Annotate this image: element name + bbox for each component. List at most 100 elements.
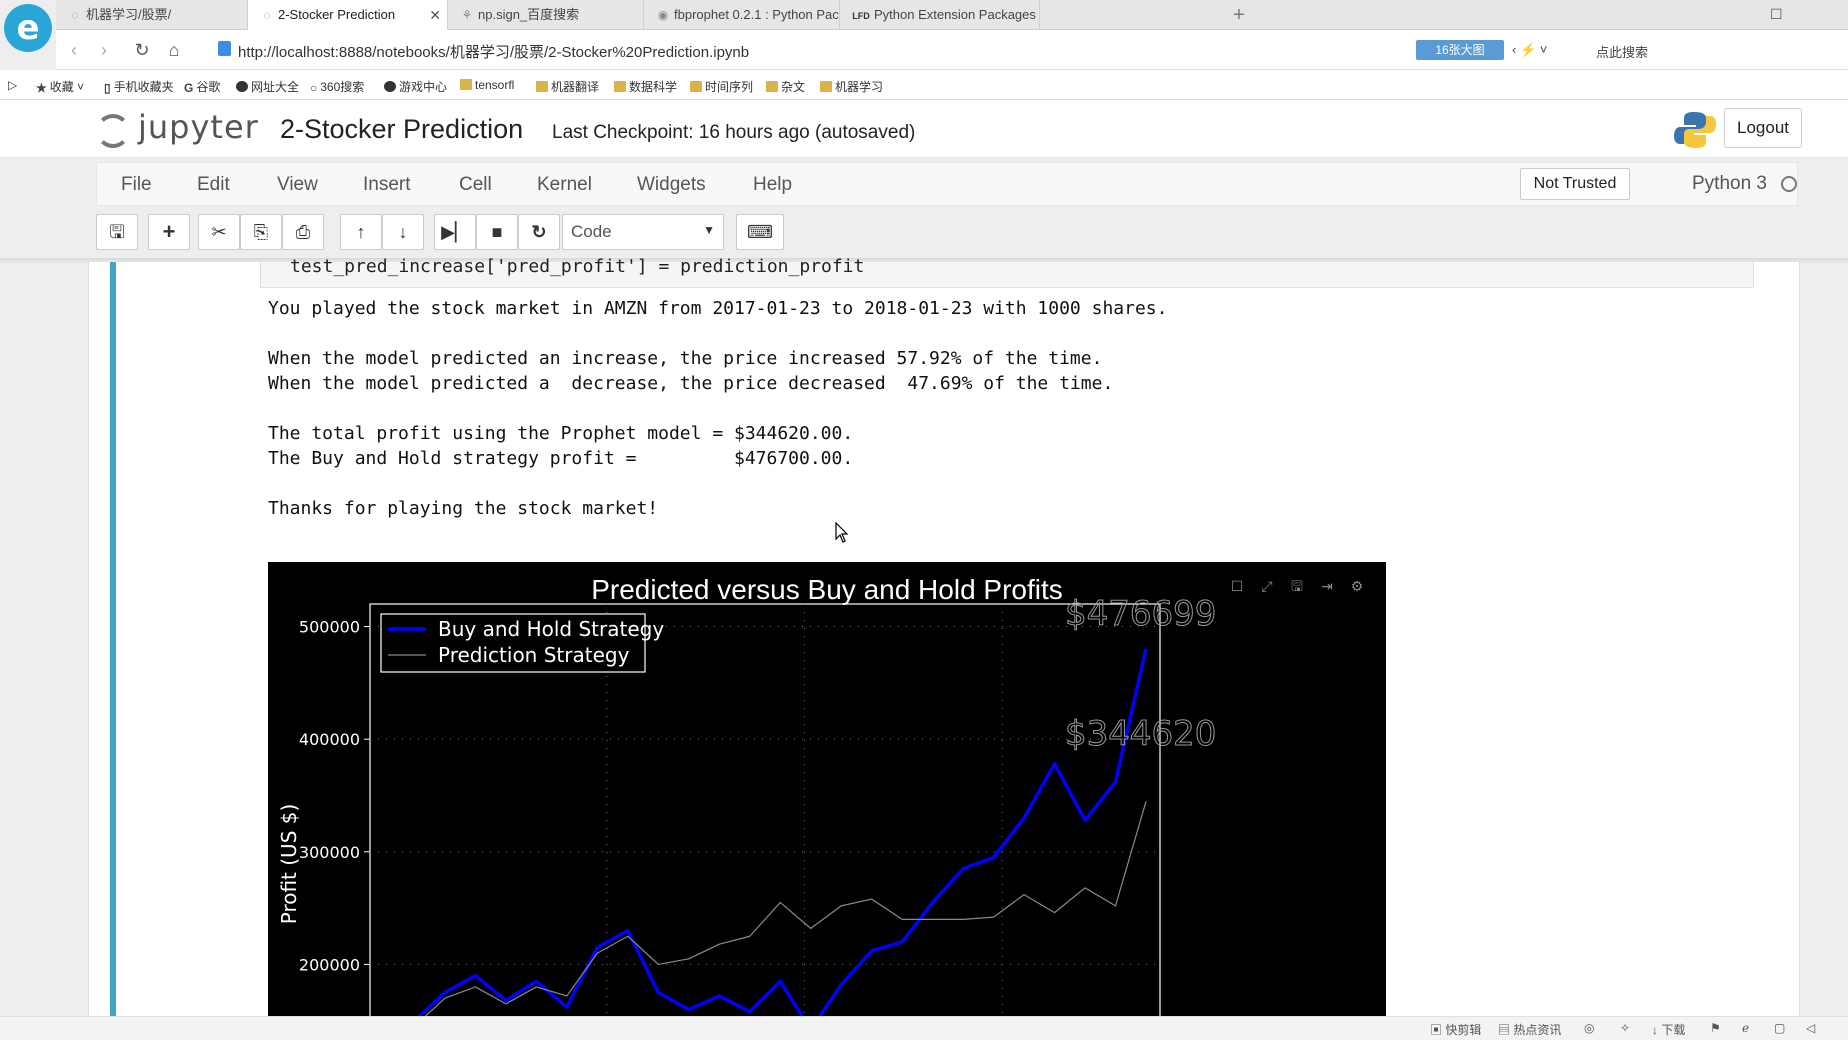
menu-edit[interactable]: Edit bbox=[197, 174, 230, 196]
output-line: When the model predicted a decrease, the… bbox=[268, 373, 1114, 394]
menu-insert[interactable]: Insert bbox=[363, 174, 411, 196]
bookmark-url-directory[interactable]: 网址大全 bbox=[236, 78, 299, 95]
share-icon[interactable]: ‹ ⚡ ˅ bbox=[1512, 42, 1547, 58]
news-icon: ▤ bbox=[1498, 1023, 1514, 1037]
notebook-title[interactable]: 2-Stocker Prediction bbox=[280, 114, 523, 145]
loading-icon: ◌ bbox=[263, 8, 271, 22]
output-line: Thanks for playing the stock market! bbox=[268, 498, 659, 519]
cut-icon[interactable]: ✂ bbox=[198, 214, 240, 250]
paw-icon: ⚘ bbox=[461, 8, 473, 22]
tab-python-extension[interactable]: LFD Python Extension Packages fo bbox=[840, 0, 1040, 30]
bookmark-machine-learning[interactable]: 机器学习 bbox=[820, 78, 883, 95]
output-line: The Buy and Hold strategy profit = $4767… bbox=[268, 448, 854, 469]
folder-icon bbox=[820, 81, 832, 92]
move-down-icon[interactable]: ↓ bbox=[382, 214, 424, 250]
window-icon[interactable]: ▢ bbox=[1774, 1021, 1785, 1035]
jupyter-logo-text[interactable]: jupyter bbox=[138, 108, 259, 146]
bookmark-data-science[interactable]: 数据科学 bbox=[614, 78, 677, 95]
ie-icon[interactable]: ℯ bbox=[1742, 1021, 1749, 1035]
back-icon[interactable]: ‹ bbox=[62, 38, 86, 62]
y-tick-label: 400000 bbox=[299, 730, 360, 749]
menu-cell[interactable]: Cell bbox=[459, 174, 492, 196]
y-tick-label: 500000 bbox=[299, 618, 360, 637]
checkpoint-status: Last Checkpoint: 16 hours ago (autosaved… bbox=[552, 122, 916, 143]
search-hint[interactable]: 点此搜索 bbox=[1596, 42, 1648, 61]
pypi-icon: ◉ bbox=[657, 8, 669, 22]
chart-svg: 200000 300000 400000 500000 Profit (US $) $47… bbox=[277, 594, 1217, 1016]
restart-icon[interactable]: ↻ bbox=[518, 214, 560, 250]
menu-help[interactable]: Help bbox=[753, 174, 792, 196]
tab-stocks-folder[interactable]: ◌ 机器学习/股票/ bbox=[56, 0, 248, 30]
loading-icon: ◌ bbox=[71, 8, 79, 22]
status-icon[interactable]: ◎ bbox=[1584, 1021, 1594, 1035]
flag-icon[interactable]: ⚑ bbox=[1710, 1021, 1721, 1035]
kernel-name[interactable]: Python 3 bbox=[1692, 173, 1767, 195]
url-field[interactable]: http://localhost:8888/notebooks/机器学习/股票/… bbox=[238, 41, 749, 62]
bookmark-mobile[interactable]: ▯ 手机收藏夹 bbox=[104, 78, 174, 95]
page-info-icon[interactable] bbox=[218, 41, 231, 56]
run-cell-icon[interactable]: ▶▏ bbox=[434, 214, 476, 250]
bookmark-bar: ▷ ★ 收藏 ˅ ▯ 手机收藏夹 G 谷歌 网址大全 ○ 360搜索 游戏中心 tens… bbox=[0, 70, 1848, 100]
volume-icon[interactable]: ◁ bbox=[1806, 1021, 1815, 1035]
y-tick-label: 300000 bbox=[299, 843, 360, 862]
legend-label: Buy and Hold Strategy bbox=[438, 617, 664, 641]
browser-logo-icon[interactable]: e bbox=[4, 4, 52, 52]
home-icon[interactable]: ⌂ bbox=[162, 38, 186, 62]
tab-bar: ◌ 机器学习/股票/ ◌ 2-Stocker Prediction ✕ ⚘ np.si… bbox=[56, 0, 1848, 31]
insert-cell-icon[interactable]: + bbox=[148, 214, 190, 250]
save-icon[interactable]: 🖫 bbox=[96, 214, 138, 250]
output-line: You played the stock market in AMZN from… bbox=[268, 298, 1168, 319]
kernel-idle-icon bbox=[1781, 176, 1797, 192]
sidebar-toggle-icon[interactable]: ▷ bbox=[8, 78, 17, 92]
scissors-icon: ▣ bbox=[1430, 1023, 1446, 1037]
selected-cell-indicator bbox=[110, 262, 116, 1016]
bookmark-time-series[interactable]: 时间序列 bbox=[690, 78, 753, 95]
cell-type-select[interactable]: Code ▼ bbox=[562, 214, 724, 250]
search-icon: ○ bbox=[310, 81, 318, 95]
close-icon[interactable]: ✕ bbox=[429, 0, 441, 30]
window-menu-icon[interactable]: ☐ bbox=[1770, 6, 1783, 23]
new-tab-button[interactable]: + bbox=[1224, 0, 1254, 30]
bookmark-tensorflow[interactable]: tensorfl bbox=[460, 78, 514, 92]
end-annotation: $476699 bbox=[1065, 594, 1216, 634]
forward-icon[interactable]: › bbox=[92, 38, 116, 62]
image-badge[interactable]: 16张大图 bbox=[1416, 40, 1504, 60]
move-up-icon[interactable]: ↑ bbox=[340, 214, 382, 250]
keyboard-icon[interactable]: ⌨ bbox=[736, 214, 784, 250]
folder-icon bbox=[460, 79, 472, 90]
hot-news-item[interactable]: ▤ 热点资讯 bbox=[1498, 1021, 1561, 1038]
tab-npsign-search[interactable]: ⚘ np.sign_百度搜索 bbox=[448, 0, 644, 30]
tab-stocker-prediction[interactable]: ◌ 2-Stocker Prediction ✕ bbox=[248, 0, 448, 31]
trust-button[interactable]: Not Trusted bbox=[1520, 168, 1630, 200]
bookmark-360-search[interactable]: ○ 360搜索 bbox=[310, 78, 364, 95]
bookmark-misc[interactable]: 杂文 bbox=[766, 78, 805, 95]
code-line[interactable]: test_pred_increase['pred_profit'] = pred… bbox=[290, 256, 864, 277]
end-annotation: $344620 bbox=[1065, 714, 1216, 754]
menu-widgets[interactable]: Widgets bbox=[637, 174, 706, 196]
pin-icon[interactable]: ✧ bbox=[1620, 1021, 1630, 1035]
reload-icon[interactable]: ↻ bbox=[130, 38, 154, 62]
menu-kernel[interactable]: Kernel bbox=[537, 174, 592, 196]
folder-icon bbox=[536, 81, 548, 92]
quick-clip-item[interactable]: ▣ 快剪辑 bbox=[1430, 1021, 1481, 1038]
menu-file[interactable]: File bbox=[121, 174, 152, 196]
legend-label: Prediction Strategy bbox=[438, 643, 630, 667]
interrupt-icon[interactable]: ■ bbox=[476, 214, 518, 250]
bookmark-favorites[interactable]: ★ 收藏 ˅ bbox=[36, 78, 84, 95]
bookmark-game-center[interactable]: 游戏中心 bbox=[384, 78, 447, 95]
bookmark-machine-translation[interactable]: 机器翻译 bbox=[536, 78, 599, 95]
tab-fbprophet[interactable]: ◉ fbprophet 0.2.1 : Python Pack bbox=[644, 0, 840, 30]
copy-icon[interactable]: ⎘ bbox=[240, 214, 282, 250]
series-line-prediction bbox=[424, 801, 1147, 1016]
mouse-cursor-icon bbox=[835, 522, 849, 543]
bookmark-google[interactable]: G 谷歌 bbox=[184, 78, 220, 95]
download-item[interactable]: ↓ 下载 bbox=[1652, 1021, 1685, 1038]
phone-icon: ▯ bbox=[104, 81, 111, 95]
jupyter-header: jupyter 2-Stocker Prediction Last Checkp… bbox=[0, 100, 1848, 158]
paste-icon[interactable]: ⎙ bbox=[282, 214, 324, 250]
output-line: The total profit using the Prophet model… bbox=[268, 423, 854, 444]
logout-button[interactable]: Logout bbox=[1724, 108, 1802, 148]
menu-view[interactable]: View bbox=[277, 174, 318, 196]
python-logo-icon bbox=[1674, 112, 1716, 148]
jupyter-logo-icon[interactable] bbox=[96, 114, 130, 148]
